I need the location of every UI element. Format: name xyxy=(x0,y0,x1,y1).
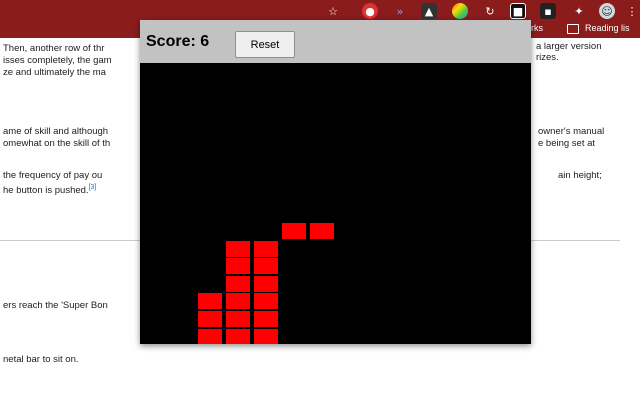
article-line: omewhat on the skill of th xyxy=(3,138,111,149)
extension-active-icon[interactable]: ■ xyxy=(510,3,526,19)
menu-kebab-icon[interactable]: ⋮ xyxy=(624,3,640,19)
game-block xyxy=(226,311,250,327)
bookmark-item[interactable]: rks xyxy=(531,23,543,33)
article-line: e being set at xyxy=(538,138,596,149)
avatar[interactable]: ☺ xyxy=(599,3,615,19)
game-block xyxy=(254,328,278,344)
star-icon[interactable]: ☆ xyxy=(325,3,341,19)
reading-list-button[interactable]: Reading lis xyxy=(585,23,630,33)
extension-dark-icon[interactable]: ▪ xyxy=(540,3,556,19)
game-block xyxy=(198,293,222,310)
game-block xyxy=(282,223,306,239)
game-popup: Score: 6 Reset xyxy=(140,20,531,344)
extension-figure-icon[interactable]: ▲ xyxy=(421,3,437,19)
article-line: the frequency of pay ou xyxy=(3,170,103,181)
game-block xyxy=(254,240,278,257)
article-line: owner's manual xyxy=(538,126,605,137)
screen: ☆ ● » ▲ ↻ ■ ▪ ✦ ☺ ⋮ rks Reading lis Then… xyxy=(0,0,640,400)
game-block xyxy=(226,293,250,310)
game-block xyxy=(198,328,222,344)
reading-list-icon xyxy=(567,24,579,34)
puzzle-icon[interactable]: ✦ xyxy=(571,3,587,19)
game-block xyxy=(226,258,250,275)
article-line: netal bar to sit on. xyxy=(3,354,79,365)
game-block xyxy=(198,311,222,327)
article-line: rizes. xyxy=(536,52,559,63)
game-header: Score: 6 Reset xyxy=(140,20,531,63)
extension-red-icon[interactable]: ● xyxy=(362,3,378,19)
game-block xyxy=(310,223,334,239)
article-line: ers reach the 'Super Bon xyxy=(3,300,108,311)
game-block xyxy=(254,311,278,327)
citation-link[interactable]: [3] xyxy=(89,184,97,191)
article-line: ain height; xyxy=(558,170,602,181)
game-block xyxy=(254,258,278,275)
article-line: ze and ultimately the ma xyxy=(3,67,106,78)
game-block xyxy=(226,275,250,292)
game-block xyxy=(226,328,250,344)
reset-button[interactable]: Reset xyxy=(235,31,295,58)
extension-signal-icon[interactable]: » xyxy=(392,3,408,19)
extension-refresh-icon[interactable]: ↻ xyxy=(482,3,498,19)
game-block xyxy=(254,293,278,310)
game-board[interactable] xyxy=(140,63,531,344)
extension-colorwheel-icon[interactable] xyxy=(452,3,468,19)
article-text: he button is pushed. xyxy=(3,185,89,197)
article-line: Then, another row of thr xyxy=(3,43,105,54)
score-display: Score: 6 xyxy=(146,33,210,50)
browser-toolbar: ☆ ● » ▲ ↻ ■ ▪ ✦ ☺ ⋮ xyxy=(0,0,640,22)
game-block xyxy=(254,275,278,292)
article-line: ame of skill and although xyxy=(3,126,109,137)
game-block xyxy=(226,240,250,257)
article-line: he button is pushed.[3] xyxy=(3,182,96,197)
article-line: isses completely, the gam xyxy=(3,55,112,66)
